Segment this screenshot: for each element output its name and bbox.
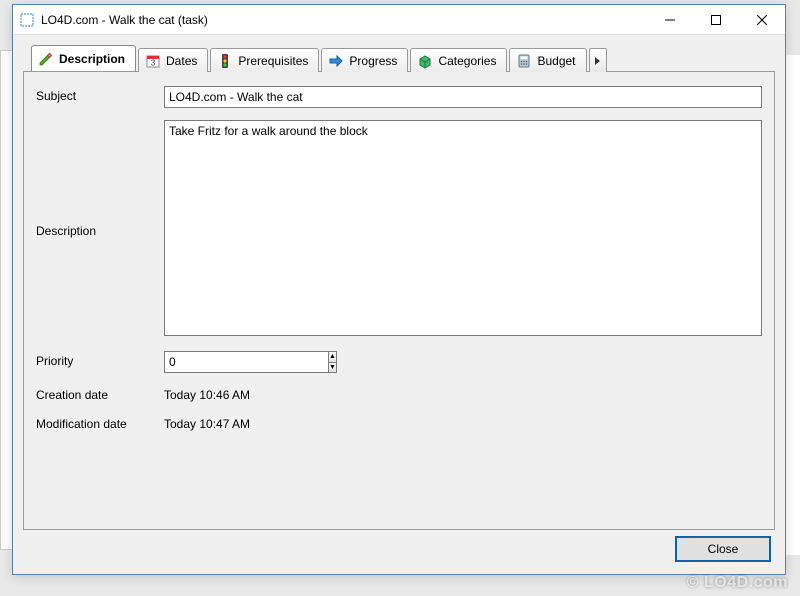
priority-step-up[interactable]: ▲	[329, 352, 336, 363]
tab-description[interactable]: Description	[31, 45, 136, 71]
tab-scroll-right-button[interactable]	[589, 48, 607, 72]
description-textarea[interactable]	[164, 120, 762, 336]
watermark: © LO4D.com	[687, 574, 788, 592]
subject-label: Subject	[36, 86, 164, 103]
chevron-right-icon	[594, 56, 602, 66]
svg-text:3: 3	[151, 58, 156, 67]
priority-row: Priority ▲ ▼	[36, 351, 762, 373]
priority-input[interactable]	[164, 351, 329, 373]
modification-date-label: Modification date	[36, 414, 164, 431]
traffic-light-icon	[217, 53, 233, 69]
arrow-right-icon	[328, 53, 344, 69]
priority-label: Priority	[36, 351, 164, 368]
close-window-button[interactable]	[739, 5, 785, 34]
subject-input[interactable]	[164, 86, 762, 108]
creation-date-label: Creation date	[36, 385, 164, 402]
description-label: Description	[36, 221, 164, 238]
tab-dates[interactable]: 3 Dates	[138, 48, 208, 72]
modification-date-value: Today 10:47 AM	[164, 414, 762, 431]
priority-stepper[interactable]: ▲ ▼	[164, 351, 256, 373]
creation-date-value: Today 10:46 AM	[164, 385, 762, 402]
tab-label: Description	[59, 52, 125, 66]
tab-label: Categories	[438, 54, 496, 68]
task-dialog-window: LO4D.com - Walk the cat (task) Descripti…	[12, 4, 786, 575]
tab-label: Progress	[349, 54, 397, 68]
box-icon	[417, 53, 433, 69]
pencil-icon	[38, 51, 54, 67]
description-panel: Subject Description Priority ▲	[23, 71, 775, 530]
creation-date-row: Creation date Today 10:46 AM	[36, 385, 762, 402]
priority-step-down[interactable]: ▼	[329, 363, 336, 373]
close-button[interactable]: Close	[675, 536, 771, 562]
dialog-footer: Close	[23, 530, 775, 568]
app-icon	[19, 12, 35, 28]
tab-budget[interactable]: Budget	[509, 48, 586, 72]
modification-date-row: Modification date Today 10:47 AM	[36, 414, 762, 431]
maximize-button[interactable]	[693, 5, 739, 34]
tab-prerequisites[interactable]: Prerequisites	[210, 48, 319, 72]
client-area: Description 3 Dates Prerequisites Progre…	[13, 35, 785, 574]
description-row: Description	[36, 120, 762, 339]
tab-label: Prerequisites	[238, 54, 308, 68]
calculator-icon	[516, 53, 532, 69]
background-window-right	[785, 55, 800, 555]
tab-label: Dates	[166, 54, 197, 68]
tab-categories[interactable]: Categories	[410, 48, 507, 72]
window-title: LO4D.com - Walk the cat (task)	[41, 13, 647, 27]
subject-row: Subject	[36, 86, 762, 108]
tab-progress[interactable]: Progress	[321, 48, 408, 72]
tab-label: Budget	[537, 54, 575, 68]
minimize-button[interactable]	[647, 5, 693, 34]
tab-strip: Description 3 Dates Prerequisites Progre…	[23, 45, 775, 71]
calendar-icon: 3	[145, 53, 161, 69]
titlebar[interactable]: LO4D.com - Walk the cat (task)	[13, 5, 785, 35]
